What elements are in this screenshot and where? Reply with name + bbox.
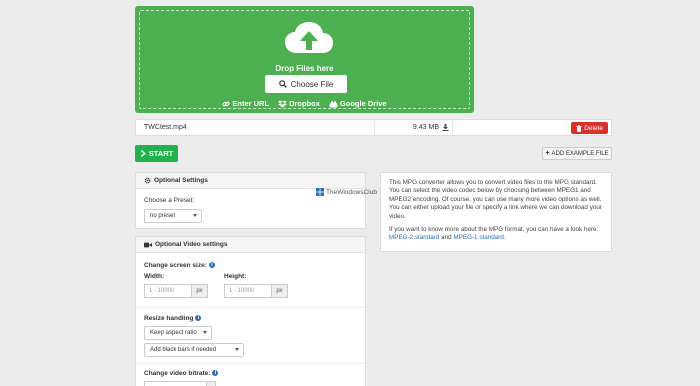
enter-url-label: Enter URL xyxy=(232,99,270,108)
width-label: Width: xyxy=(144,273,165,280)
description-text: This MPG converter allows you to convert… xyxy=(389,179,602,220)
width-unit: px xyxy=(191,284,208,298)
choose-file-button[interactable]: Choose File xyxy=(265,75,347,93)
height-label: Height: xyxy=(224,273,247,280)
watermark: TheWindowsClub xyxy=(316,188,377,196)
dropbox-label: Dropbox xyxy=(289,99,320,108)
resize-handling-label: Resize handling i xyxy=(144,315,202,322)
bitrate-input[interactable] xyxy=(144,381,207,386)
watermark-text: TheWindowsClub xyxy=(326,188,377,196)
bitrate-unit xyxy=(206,381,216,386)
file-drop-zone[interactable]: Drop Files here Choose File Enter URL Dr… xyxy=(135,6,474,113)
add-example-file-button[interactable]: + ADD EXAMPLE FILE xyxy=(542,147,612,160)
screen-size-label: Change screen size: i xyxy=(144,262,215,269)
and-text: and xyxy=(441,234,452,242)
height-input[interactable]: 1 - 10000 xyxy=(224,284,272,298)
video-bitrate-label: Change video bitrate: i xyxy=(144,370,219,377)
height-unit: px xyxy=(271,284,288,298)
black-bars-value: Add black bars if needed xyxy=(150,347,217,353)
preset-label: Choose a Preset: xyxy=(144,197,195,204)
section-divider xyxy=(136,307,365,308)
chevron-down-icon xyxy=(193,214,197,217)
google-drive-label: Google Drive xyxy=(339,99,387,108)
row-divider xyxy=(374,120,375,135)
link-icon xyxy=(222,101,231,106)
screen-size-text: Change screen size: xyxy=(144,262,207,269)
video-settings-panel: Optional Video settings Change screen si… xyxy=(135,236,366,386)
video-camera-icon xyxy=(144,242,152,247)
start-button[interactable]: START xyxy=(135,145,178,162)
drop-zone-border: Drop Files here Choose File Enter URL Dr… xyxy=(139,10,470,109)
period: . xyxy=(503,234,506,242)
file-name: TWCtest.mp4 xyxy=(144,124,187,131)
preset-select[interactable]: no preset xyxy=(144,209,202,223)
video-bitrate-text: Change video bitrate: xyxy=(144,370,211,377)
resize-handling-text: Resize handling xyxy=(144,315,194,322)
add-example-label: ADD EXAMPLE FILE xyxy=(551,150,609,157)
file-size-value: 9.43 MB xyxy=(412,124,439,131)
file-size: 9.43 MB xyxy=(413,124,449,131)
drop-files-text: Drop Files here xyxy=(275,64,334,73)
file-row: TWCtest.mp4 9.43 MB Delete xyxy=(135,119,612,136)
google-drive-icon xyxy=(328,99,338,108)
description-panel: This MPG converter allows you to convert… xyxy=(380,172,612,252)
download-icon[interactable] xyxy=(442,124,449,131)
mpeg2-link[interactable]: MPEG-2 standard xyxy=(389,234,439,241)
choose-file-label: Choose File xyxy=(290,79,334,89)
delete-label: Delete xyxy=(584,124,603,132)
info-icon[interactable]: i xyxy=(195,315,202,322)
optional-settings-panel: Optional Settings Choose a Preset: no pr… xyxy=(135,172,366,229)
gear-icon xyxy=(144,177,151,184)
black-bars-select[interactable]: Add black bars if needed xyxy=(144,343,244,357)
dropbox-icon xyxy=(278,99,288,108)
windows-club-logo-icon xyxy=(316,188,324,196)
dropbox-link[interactable]: Dropbox xyxy=(278,99,320,108)
upload-sources: Enter URL Dropbox Google Drive xyxy=(140,99,469,108)
plus-icon: + xyxy=(545,150,550,157)
info-icon[interactable]: i xyxy=(212,370,219,377)
chevron-down-icon xyxy=(203,331,207,334)
optional-settings-title: Optional Settings xyxy=(154,177,208,184)
mpeg1-link[interactable]: MPEG-1 standard xyxy=(453,234,503,241)
info-icon[interactable]: i xyxy=(208,262,215,269)
trash-icon xyxy=(576,124,582,132)
preset-value: no preset xyxy=(150,213,176,219)
row-divider xyxy=(452,120,453,135)
start-label: START xyxy=(148,149,174,158)
delete-button[interactable]: Delete xyxy=(571,122,608,134)
format-info: If you want to know more about the MPG f… xyxy=(389,226,603,243)
chevron-down-icon xyxy=(235,348,239,351)
search-icon xyxy=(278,80,287,88)
width-input[interactable]: 1 - 10000 xyxy=(144,284,192,298)
cloud-upload-icon xyxy=(285,22,333,53)
video-settings-header: Optional Video settings xyxy=(136,237,365,253)
video-settings-title: Optional Video settings xyxy=(155,241,228,248)
google-drive-link[interactable]: Google Drive xyxy=(328,99,387,108)
optional-settings-header: Optional Settings xyxy=(136,173,365,189)
format-info-text: If you want to know more about the MPG f… xyxy=(389,226,599,234)
chevron-right-icon xyxy=(140,150,146,157)
enter-url-link[interactable]: Enter URL xyxy=(222,99,269,108)
section-divider xyxy=(136,363,365,364)
resize-handling-value: Keep aspect ratio xyxy=(150,330,197,336)
resize-handling-select[interactable]: Keep aspect ratio xyxy=(144,326,212,340)
